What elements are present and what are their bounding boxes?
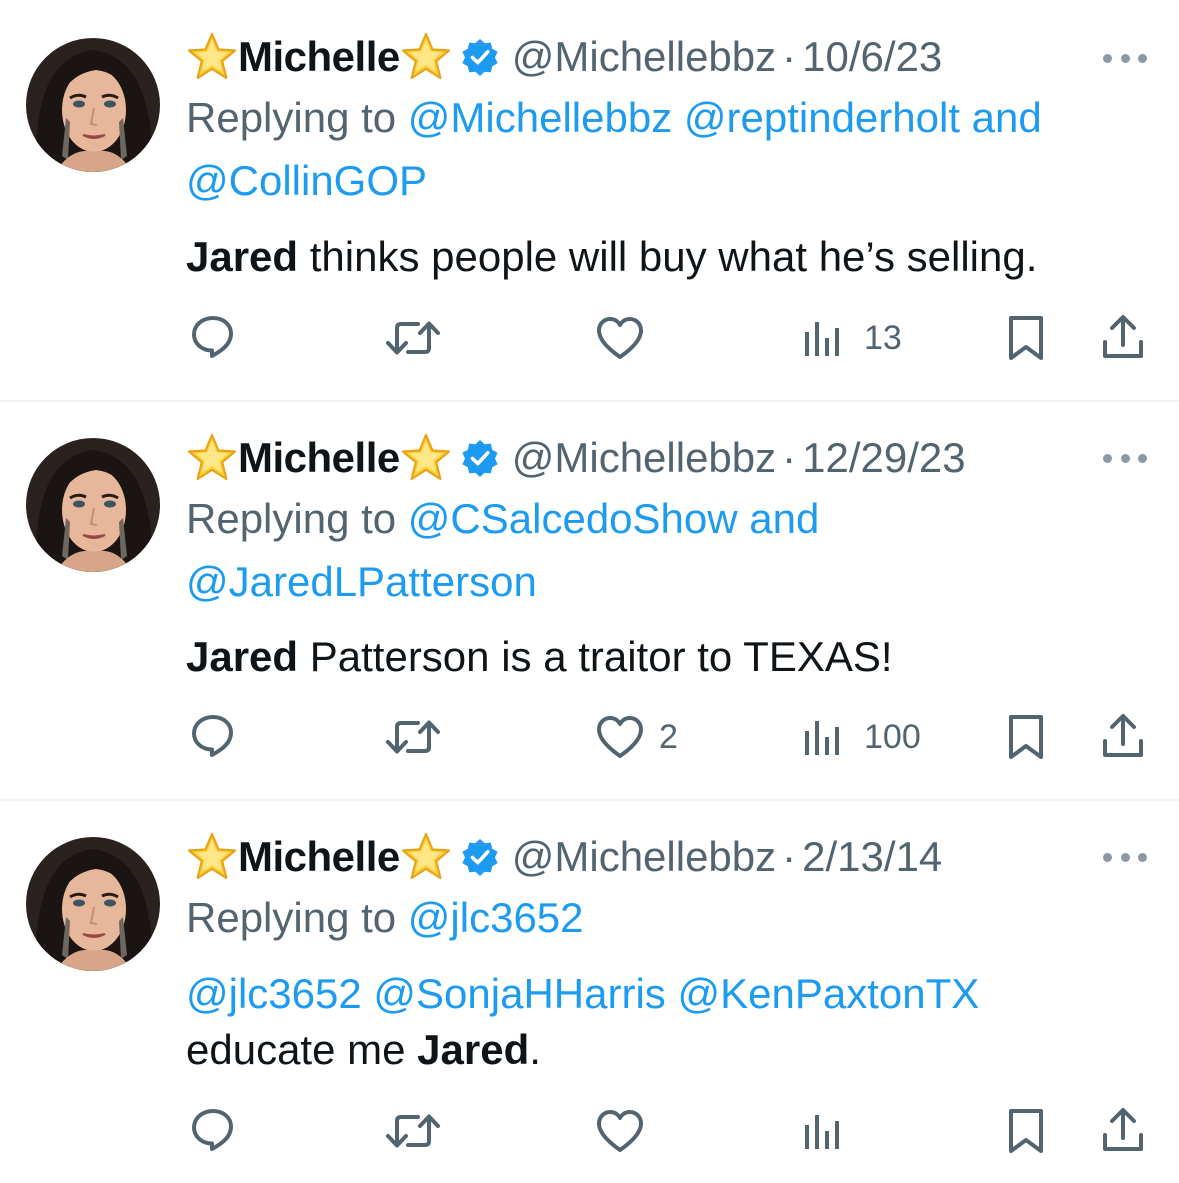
tweet-text: @jlc3652 @SonjaHHarris @KenPaxtonTX educ… [186,966,1119,1078]
replying-mention[interactable]: @jlc3652 [408,894,584,941]
verified-badge-icon[interactable] [460,837,500,877]
star-emoji-icon [400,831,452,883]
star-emoji-icon [400,31,452,83]
repost-button[interactable] [385,1107,441,1155]
user-handle[interactable]: @Michellebbz [512,432,776,484]
replying-prefix: Replying to [186,94,397,141]
views-button[interactable] [802,1111,856,1151]
tweet-date[interactable]: 10/6/23 [802,31,942,83]
tweet-mentions[interactable]: @jlc3652 @SonjaHHarris @KenPaxtonTX [186,970,979,1017]
reply-button[interactable] [189,1105,237,1153]
heart-icon [595,714,645,760]
tweet-actions: 13 [0,312,1179,362]
tweet-date[interactable]: 12/29/23 [802,432,966,484]
separator: · [782,33,797,80]
separator: · [782,833,797,880]
tweet-text-bold: Jared [186,233,299,280]
like-button[interactable] [595,315,659,361]
tweet-text-rest: Patterson is a traitor to TEXAS! [298,633,893,680]
replying-to: Replying to @Michellebbz @reptinderholt … [186,86,1119,212]
reply-button[interactable] [189,711,237,759]
replying-mentions[interactable]: @CSalcedoShow and [408,495,820,542]
bookmark-icon [1006,314,1046,362]
bar-chart-icon [802,717,842,757]
replying-mention[interactable]: @JaredLPatterson [186,558,537,605]
tweet-header: Michelle @Michellebbz · 2/13/14 [186,831,1059,883]
tweet[interactable]: Michelle @Michellebbz · 10/6/23 Replying… [0,0,1179,402]
verified-badge-icon[interactable] [460,438,500,478]
tweet-text-prefix: educate me [186,1026,418,1073]
avatar[interactable] [26,837,160,971]
bookmark-button[interactable] [1006,713,1046,761]
display-name[interactable]: Michelle [238,831,400,883]
like-count: 2 [659,717,678,756]
view-count: 100 [864,717,921,756]
tweet-text: Jared thinks people will buy what he’s s… [186,229,1119,285]
replying-mentions[interactable]: @Michellebbz @reptinderholt and [408,94,1042,141]
tweet-date[interactable]: 2/13/14 [802,831,942,883]
tweet[interactable]: Michelle @Michellebbz · 2/13/14 Replying… [0,801,1179,1183]
bookmark-icon [1006,1107,1046,1155]
views-button[interactable]: 100 [802,717,921,757]
share-upload-icon [1100,313,1146,361]
tweet[interactable]: Michelle @Michellebbz · 12/29/23 Replyin… [0,402,1179,801]
bar-chart-icon [802,318,842,358]
repost-arrows-icon [385,314,441,362]
replying-to: Replying to @CSalcedoShow and @JaredLPat… [186,487,1119,613]
avatar[interactable] [26,38,160,172]
tweet-feed: Michelle @Michellebbz · 10/6/23 Replying… [0,0,1179,1183]
share-upload-icon [1100,712,1146,760]
reply-bubble-icon [189,711,237,759]
like-button[interactable]: 2 [595,714,678,760]
bar-chart-icon [802,1111,842,1151]
share-button[interactable] [1100,313,1146,361]
tweet-text: Jared Patterson is a traitor to TEXAS! [186,629,1119,685]
tweet-text-rest: thinks people will buy what he’s selling… [298,233,1038,280]
user-handle[interactable]: @Michellebbz [512,31,776,83]
avatar[interactable] [26,438,160,572]
share-button[interactable] [1100,1106,1146,1154]
views-button[interactable]: 13 [802,318,902,358]
replying-prefix: Replying to [186,894,397,941]
verified-badge-icon[interactable] [460,37,500,77]
bookmark-icon [1006,713,1046,761]
tweet-text-bold: Jared [186,633,299,680]
repost-button[interactable] [385,713,441,761]
repost-arrows-icon [385,1107,441,1155]
display-name[interactable]: Michelle [238,432,400,484]
user-handle[interactable]: @Michellebbz [512,831,776,883]
replying-to: Replying to @jlc3652 [186,886,1119,949]
tweet-header: Michelle @Michellebbz · 12/29/23 [186,432,1059,484]
bookmark-button[interactable] [1006,314,1046,362]
share-button[interactable] [1100,712,1146,760]
more-dots-icon[interactable] [1103,48,1147,68]
replying-prefix: Replying to [186,495,397,542]
like-button[interactable] [595,1108,659,1154]
heart-icon [595,1108,645,1154]
star-emoji-icon [186,831,238,883]
share-upload-icon [1100,1106,1146,1154]
separator: · [782,434,797,481]
tweet-actions: 2 100 [0,711,1179,761]
replying-mention[interactable]: @CollinGOP [186,157,427,204]
reply-button[interactable] [189,312,237,360]
tweet-text-bold: Jared [417,1026,530,1073]
repost-arrows-icon [385,713,441,761]
tweet-text-suffix: . [529,1026,541,1073]
more-dots-icon[interactable] [1103,448,1147,468]
heart-icon [595,315,645,361]
star-emoji-icon [186,432,238,484]
repost-button[interactable] [385,314,441,362]
tweet-actions [0,1105,1179,1155]
bookmark-button[interactable] [1006,1107,1046,1155]
star-emoji-icon [186,31,238,83]
display-name[interactable]: Michelle [238,31,400,83]
view-count: 13 [864,318,902,357]
reply-bubble-icon [189,1105,237,1153]
more-dots-icon[interactable] [1103,847,1147,867]
star-emoji-icon [400,432,452,484]
tweet-header: Michelle @Michellebbz · 10/6/23 [186,31,1059,83]
reply-bubble-icon [189,312,237,360]
